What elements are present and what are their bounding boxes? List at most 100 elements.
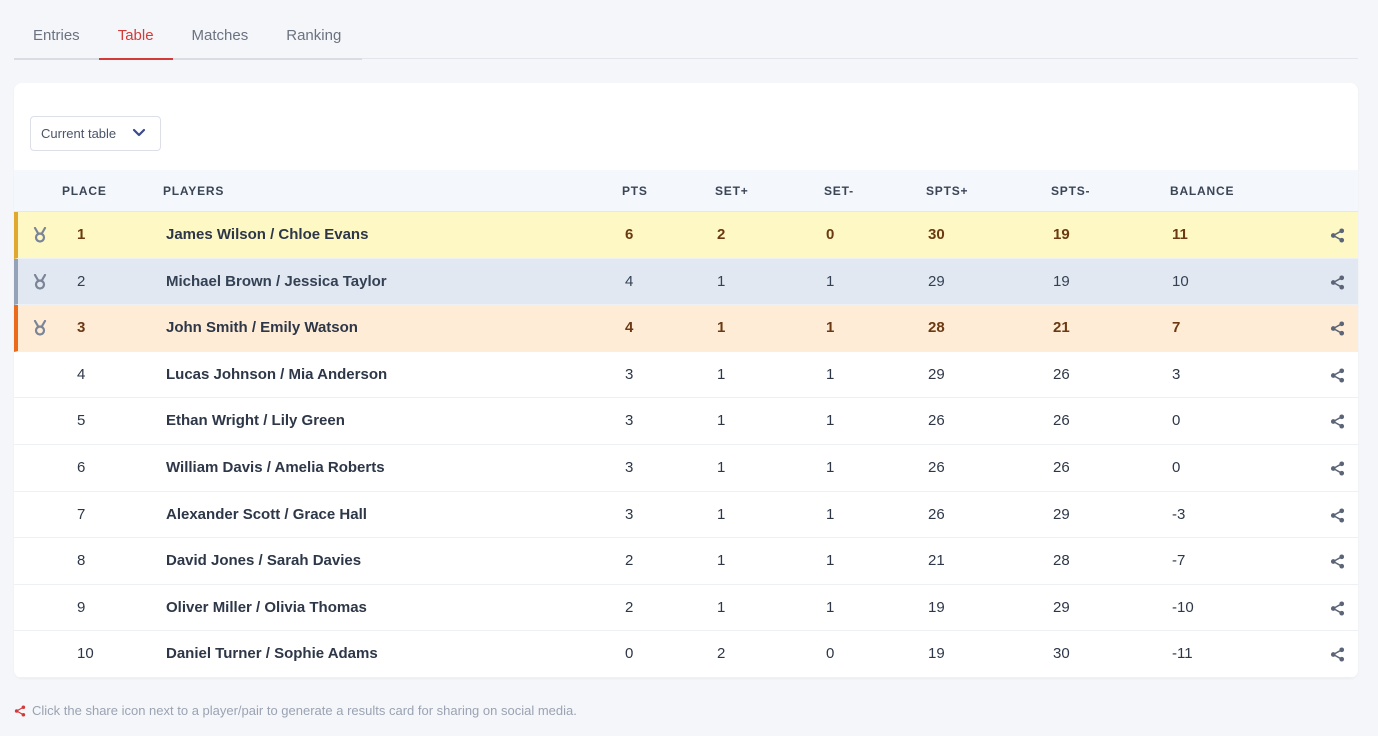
medal-icon	[33, 273, 47, 290]
cell-set-plus: 1	[717, 272, 726, 290]
cell-pts: 3	[625, 365, 634, 383]
cell-set-plus: 1	[717, 552, 726, 570]
share-icon[interactable]	[1330, 461, 1345, 476]
cell-set-minus: 1	[826, 505, 835, 523]
share-icon[interactable]	[1330, 228, 1345, 243]
cell-balance: 0	[1172, 458, 1181, 476]
table-row: 6 William Davis / Amelia Roberts 3 1 1 26 26 0	[14, 445, 1358, 492]
cell-players[interactable]: Michael Brown / Jessica Taylor	[166, 259, 387, 305]
standings-table-body: 1 James Wilson / Chloe Evans 6 2 0 30 19 11 2 Mic…	[14, 212, 1358, 678]
cell-balance: 11	[1172, 226, 1188, 243]
tab-matches[interactable]: Matches	[173, 15, 268, 60]
share-icon[interactable]	[1330, 647, 1345, 662]
share-icon[interactable]	[1330, 414, 1345, 429]
cell-place: 7	[77, 505, 86, 523]
cell-set-minus: 1	[826, 598, 835, 616]
cell-spts-minus: 26	[1053, 412, 1070, 430]
cell-players[interactable]: William Davis / Amelia Roberts	[166, 445, 385, 491]
share-icon[interactable]	[1330, 554, 1345, 569]
header-pts[interactable]: PTS	[622, 170, 648, 212]
cell-spts-plus: 29	[928, 272, 945, 290]
medal-icon	[33, 320, 47, 336]
share-icon[interactable]	[1330, 321, 1345, 336]
table-row: 4 Lucas Johnson / Mia Anderson 3 1 1 29 26 3	[14, 352, 1358, 399]
cell-place: 3	[77, 319, 86, 337]
share-icon	[14, 704, 26, 717]
table-select-value: Current table	[41, 126, 117, 141]
cell-players[interactable]: Daniel Turner / Sophie Adams	[166, 631, 378, 677]
cell-spts-minus: 29	[1053, 505, 1070, 523]
cell-pts: 4	[625, 319, 634, 337]
cell-spts-minus: 19	[1053, 272, 1070, 290]
cell-pts: 0	[625, 645, 634, 663]
cell-set-plus: 2	[717, 645, 726, 663]
cell-balance: -7	[1172, 552, 1186, 570]
cell-spts-plus: 30	[928, 226, 945, 243]
cell-spts-plus: 19	[928, 598, 945, 616]
table-row: 8 David Jones / Sarah Davies 2 1 1 21 28 -7	[14, 538, 1358, 585]
share-icon[interactable]	[1330, 508, 1345, 523]
cell-spts-plus: 21	[928, 552, 945, 570]
cell-place: 4	[77, 365, 86, 383]
cell-spts-plus: 26	[928, 458, 945, 476]
standings-card: Current table PLACE PLAYERS PTS SET+ SET…	[14, 83, 1358, 678]
header-players[interactable]: PLAYERS	[163, 170, 224, 212]
tab-entries[interactable]: Entries	[14, 15, 99, 60]
table-row: 3 John Smith / Emily Watson 4 1 1 28 21 7	[14, 305, 1358, 352]
cell-players[interactable]: Lucas Johnson / Mia Anderson	[166, 352, 387, 398]
cell-set-minus: 1	[826, 552, 835, 570]
table-row: 1 James Wilson / Chloe Evans 6 2 0 30 19 11	[14, 212, 1358, 259]
cell-players[interactable]: David Jones / Sarah Davies	[166, 538, 361, 584]
share-icon[interactable]	[1330, 275, 1345, 290]
tab-group: Entries Table Matches Ranking	[14, 15, 362, 60]
cell-place: 5	[77, 412, 86, 430]
cell-pts: 6	[625, 226, 634, 243]
cell-set-minus: 0	[826, 226, 835, 243]
cell-set-plus: 1	[717, 319, 726, 337]
tab-table[interactable]: Table	[98, 15, 173, 60]
table-row: 10 Daniel Turner / Sophie Adams 0 2 0 19 30 -11	[14, 631, 1358, 678]
header-set-plus[interactable]: SET+	[715, 170, 749, 212]
header-set-minus[interactable]: SET-	[824, 170, 854, 212]
medal-icon	[33, 227, 47, 243]
cell-spts-minus: 26	[1053, 365, 1070, 383]
cell-spts-plus: 29	[928, 365, 945, 383]
cell-balance: 0	[1172, 412, 1181, 430]
cell-pts: 2	[625, 552, 634, 570]
cell-balance: 3	[1172, 365, 1181, 383]
cell-set-minus: 1	[826, 272, 835, 290]
header-spts-plus[interactable]: SPTS+	[926, 170, 968, 212]
cell-place: 6	[77, 458, 86, 476]
tab-ranking[interactable]: Ranking	[267, 15, 360, 60]
share-icon[interactable]	[1330, 601, 1345, 616]
share-icon[interactable]	[1330, 368, 1345, 383]
cell-set-minus: 1	[826, 412, 835, 430]
cell-players[interactable]: James Wilson / Chloe Evans	[166, 212, 368, 258]
header-place[interactable]: PLACE	[62, 170, 107, 212]
cell-players[interactable]: Alexander Scott / Grace Hall	[166, 492, 367, 538]
tab-bar: Entries Table Matches Ranking	[14, 14, 1358, 60]
cell-players[interactable]: Ethan Wright / Lily Green	[166, 398, 345, 444]
cell-place: 1	[77, 226, 86, 243]
cell-balance: 7	[1172, 319, 1181, 337]
cell-spts-minus: 28	[1053, 552, 1070, 570]
cell-set-minus: 1	[826, 458, 835, 476]
cell-spts-minus: 21	[1053, 319, 1070, 337]
cell-set-plus: 1	[717, 458, 726, 476]
cell-players[interactable]: John Smith / Emily Watson	[166, 305, 358, 351]
cell-set-minus: 1	[826, 365, 835, 383]
cell-spts-minus: 26	[1053, 458, 1070, 476]
table-select-dropdown[interactable]: Current table	[30, 116, 161, 151]
cell-spts-minus: 19	[1053, 226, 1070, 243]
cell-balance: -3	[1172, 505, 1186, 523]
cell-place: 8	[77, 552, 86, 570]
cell-balance: -10	[1172, 598, 1194, 616]
share-hint-text: Click the share icon next to a player/pa…	[32, 703, 577, 718]
cell-pts: 3	[625, 505, 634, 523]
header-spts-minus[interactable]: SPTS-	[1051, 170, 1090, 212]
cell-set-plus: 1	[717, 505, 726, 523]
cell-spts-minus: 29	[1053, 598, 1070, 616]
header-balance[interactable]: BALANCE	[1170, 170, 1234, 212]
cell-players[interactable]: Oliver Miller / Olivia Thomas	[166, 585, 367, 631]
cell-set-minus: 1	[826, 319, 835, 337]
